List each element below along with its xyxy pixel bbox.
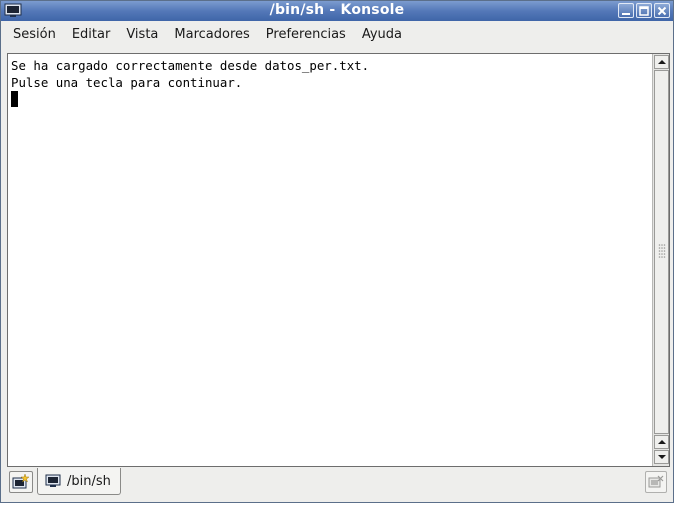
close-session-button[interactable] [645, 471, 667, 493]
scroll-down-button[interactable] [654, 450, 669, 464]
vertical-scrollbar[interactable] [652, 54, 669, 466]
tab-bar: /bin/sh [1, 468, 673, 502]
scroll-up-button-lower[interactable] [654, 435, 669, 449]
menu-bar: Sesión Editar Vista Marcadores Preferenc… [1, 22, 673, 48]
arrow-down-icon [657, 455, 666, 459]
maximize-icon [639, 5, 649, 16]
menu-preferencias[interactable]: Preferencias [258, 24, 354, 46]
menu-vista[interactable]: Vista [118, 24, 166, 46]
tab-bin-sh[interactable]: /bin/sh [37, 468, 121, 495]
terminal-line: Pulse una tecla para continuar. [11, 75, 243, 90]
close-icon [657, 6, 667, 15]
tab-label: /bin/sh [67, 473, 111, 489]
terminal-output[interactable]: Se ha cargado correctamente desde datos_… [11, 57, 649, 466]
scroll-thumb[interactable] [654, 70, 669, 434]
menu-marcadores[interactable]: Marcadores [166, 24, 257, 46]
close-session-icon [648, 475, 664, 488]
title-bar[interactable]: /bin/sh - Konsole [1, 1, 673, 21]
maximize-button[interactable] [636, 3, 652, 18]
grip-icon [658, 244, 666, 258]
text-cursor [11, 91, 18, 107]
arrow-up-icon [657, 440, 666, 444]
terminal-cursor-line [11, 91, 649, 108]
scroll-up-button[interactable] [654, 55, 669, 69]
terminal-area[interactable]: Se ha cargado correctamente desde datos_… [7, 53, 670, 467]
new-session-button[interactable] [9, 471, 33, 493]
menu-sesion[interactable]: Sesión [5, 24, 64, 46]
close-button[interactable] [654, 3, 670, 18]
arrow-up-icon [657, 60, 666, 64]
menu-ayuda[interactable]: Ayuda [354, 24, 410, 46]
new-session-icon [12, 474, 30, 489]
window-title: /bin/sh - Konsole [269, 2, 405, 18]
menu-editar[interactable]: Editar [64, 24, 119, 46]
terminal-line: Se ha cargado correctamente desde datos_… [11, 58, 370, 73]
background-window-fragment [0, 503, 676, 511]
minimize-button[interactable] [618, 3, 634, 18]
minimize-icon [622, 12, 630, 15]
konsole-window: /bin/sh - Konsole Sesión Editar Vista Ma… [0, 0, 674, 503]
terminal-icon [45, 474, 61, 487]
